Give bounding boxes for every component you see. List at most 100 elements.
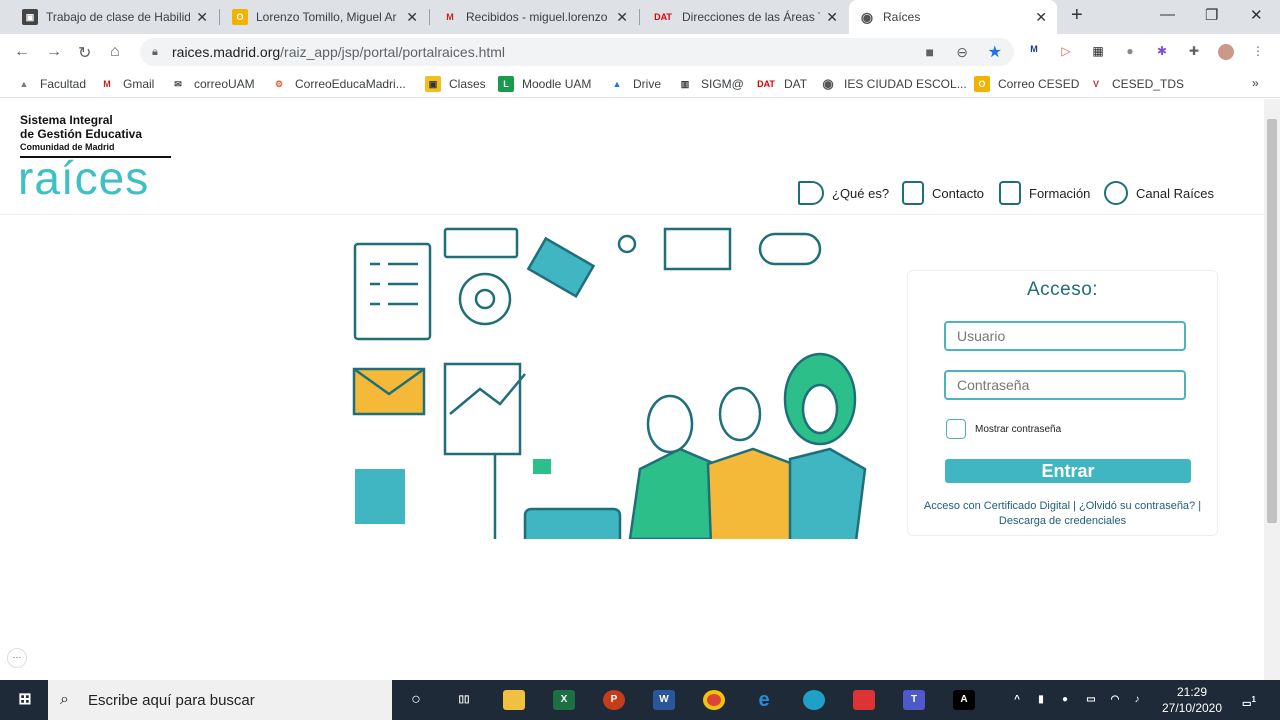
site-header: Sistema Integral de Gestión Educativa Co… <box>0 99 1264 215</box>
nav-formacion[interactable]: Formación <box>999 181 1090 205</box>
close-icon[interactable]: ✕ <box>1035 9 1047 26</box>
puzzle-icon[interactable]: ✚ <box>1186 44 1202 60</box>
network-icon <box>1104 181 1128 205</box>
bookmarks-bar: ▲ Facultad M Gmail ✉ correoUAM ⚙ CorreoEduca… <box>0 70 1280 98</box>
cortana-icon[interactable]: ○ <box>405 690 427 710</box>
search-icon: ⌕ <box>60 691 69 708</box>
tab-title: Trabajo de clase de Habilid <box>46 10 191 24</box>
clock[interactable]: 21:29 27/10/2020 <box>1152 684 1232 716</box>
outlook-icon: O <box>232 9 248 25</box>
bookmark-drive[interactable]: ▲ Drive <box>609 76 661 92</box>
tray-chevron-icon[interactable]: ^ <box>1010 690 1024 710</box>
acrobat-icon[interactable]: A <box>953 690 975 710</box>
home-icon[interactable]: ⌂ <box>110 43 120 61</box>
notification-icon[interactable]: ▭1 <box>1238 690 1260 710</box>
play-ext-icon[interactable]: ▷ <box>1058 44 1074 60</box>
internet-explorer-icon[interactable]: e <box>753 690 775 710</box>
browser-toolbar: ← → ↻ ⌂ 🔒︎ raices.madrid.org/raiz_app/js… <box>0 34 1280 70</box>
task-view-icon[interactable]: ▯▯ <box>453 690 475 710</box>
login-links: Acceso con Certificado Digital | ¿Olvidó… <box>923 500 1202 527</box>
camera-icon[interactable]: ■ <box>926 44 934 60</box>
close-icon[interactable]: ✕ <box>616 9 628 26</box>
bookmarks-more[interactable]: » <box>1252 76 1259 90</box>
bookmark-gmail[interactable]: M Gmail <box>99 76 154 92</box>
volume-icon[interactable]: ♪ <box>1128 690 1146 710</box>
windows-start-icon[interactable]: ⊞ <box>14 690 36 710</box>
bookmark-clases[interactable]: ▣ Clases <box>425 76 486 92</box>
tab-classroom[interactable]: ▣ Trabajo de clase de Habilid ✕ <box>12 0 218 34</box>
address-bar[interactable]: 🔒︎ raices.madrid.org/raiz_app/jsp/portal… <box>140 38 1014 66</box>
back-icon[interactable]: ← <box>14 43 30 61</box>
tab-outlook[interactable]: O Lorenzo Tomillo, Miguel Ar ✕ <box>222 0 428 34</box>
edge-icon[interactable] <box>803 690 825 710</box>
ext-icon[interactable]: ● <box>1122 44 1138 60</box>
usb-icon[interactable]: ▮ <box>1034 690 1048 710</box>
chrome-icon[interactable] <box>703 690 725 710</box>
gmail-icon: M <box>446 12 454 22</box>
url-path: /raiz_app/jsp/portal/portalraices.html <box>280 44 506 60</box>
more-options-icon[interactable]: ··· <box>7 648 27 668</box>
bookmark-facultad[interactable]: ▲ Facultad <box>16 76 87 92</box>
download-credentials-link[interactable]: Descarga de credenciales <box>999 515 1126 527</box>
bookmark-cesed-tds[interactable]: V CESED_TDS <box>1088 76 1184 92</box>
certificate-login-link[interactable]: Acceso con Certificado Digital <box>924 500 1070 512</box>
taskbar-search[interactable]: ⌕ Escribe aquí para buscar <box>48 680 392 720</box>
menu-icon[interactable]: ⋮ <box>1250 44 1266 60</box>
login-button[interactable]: Entrar <box>945 459 1191 483</box>
tab-gmail[interactable]: M Recibidos - miguel.lorenzo ✕ <box>432 0 638 34</box>
restore-button[interactable]: ❐ <box>1205 6 1218 24</box>
nav-que-es[interactable]: ¿Qué es? <box>798 181 889 205</box>
movistar-ext-icon[interactable]: M <box>1026 44 1042 60</box>
reload-icon[interactable]: ↻ <box>78 43 91 63</box>
bookmark-correo-cesed[interactable]: O Correo CESED <box>974 76 1079 92</box>
avatar[interactable] <box>1218 44 1234 60</box>
login-card: Acceso: Usuario Contraseña Mostrar contr… <box>907 270 1218 536</box>
logo-line2: de Gestión Educativa <box>20 127 143 141</box>
bookmark-dat[interactable]: DAT DAT <box>756 76 807 92</box>
forgot-password-link[interactable]: ¿Olvidó su contraseña? <box>1079 500 1195 512</box>
password-input[interactable]: Contraseña <box>944 370 1186 400</box>
battery-icon[interactable]: ▭ <box>1082 690 1100 710</box>
mic-icon[interactable]: ● <box>1058 690 1072 710</box>
hero-illustration <box>352 227 867 539</box>
close-window-button[interactable]: ✕ <box>1250 6 1263 24</box>
forward-icon[interactable]: → <box>46 43 62 61</box>
minimize-button[interactable]: — <box>1160 6 1175 23</box>
page-content: Sistema Integral de Gestión Educativa Co… <box>0 99 1264 680</box>
bookmark-correouam[interactable]: ✉ correoUAM <box>170 76 254 92</box>
logo-line1: Sistema Integral <box>20 113 113 127</box>
bookmark-ies[interactable]: ◉ IES CIUDAD ESCOL... <box>820 76 966 92</box>
megaphone-icon <box>798 181 824 205</box>
bookmark-star-icon[interactable]: ★ <box>988 42 1002 62</box>
colorful-ext-icon[interactable]: ✱ <box>1154 44 1170 60</box>
windows-taskbar: ⊞ ⌕ Escribe aquí para buscar ○ ▯▯ X P W e… <box>0 680 1280 720</box>
teams-icon[interactable]: T <box>903 690 925 710</box>
tab-dat[interactable]: DAT Direcciones de las Áreas Te ✕ <box>642 0 848 34</box>
book-icon <box>999 181 1021 205</box>
nav-canal-raices[interactable]: Canal Raíces <box>1104 181 1214 205</box>
bookmark-correoeduca[interactable]: ⚙ CorreoEducaMadri... <box>271 76 406 92</box>
wifi-icon[interactable]: ◠ <box>1106 690 1124 710</box>
excel-icon[interactable]: X <box>553 690 575 710</box>
file-explorer-icon[interactable] <box>503 690 525 710</box>
word-icon[interactable]: W <box>653 690 675 710</box>
tab-title: Direcciones de las Áreas Te <box>682 10 821 24</box>
nav-contacto[interactable]: Contacto <box>902 181 984 205</box>
tab-raices[interactable]: ◉ Raíces ✕ <box>849 0 1057 34</box>
zoom-icon[interactable]: ⊖ <box>956 44 968 61</box>
show-password-label[interactable]: Mostrar contraseña <box>975 424 1061 435</box>
bookmark-sigma[interactable]: ▥ SIGM@ <box>677 76 744 92</box>
show-password-checkbox[interactable] <box>946 419 966 439</box>
red-app-icon[interactable] <box>853 690 875 710</box>
tab-strip: ▣ Trabajo de clase de Habilid ✕ O Lorenzo T… <box>0 0 1280 34</box>
scrollbar[interactable] <box>1264 99 1280 680</box>
username-input[interactable]: Usuario <box>944 321 1186 351</box>
close-icon[interactable]: ✕ <box>196 9 208 26</box>
bookmark-moodle[interactable]: L Moodle UAM <box>498 76 591 92</box>
close-icon[interactable]: ✕ <box>406 9 418 26</box>
raices-logo[interactable]: raíces <box>18 151 149 205</box>
grid-ext-icon[interactable]: ▦ <box>1090 44 1106 60</box>
powerpoint-icon[interactable]: P <box>603 690 625 710</box>
close-icon[interactable]: ✕ <box>826 9 838 26</box>
new-tab-button[interactable]: + <box>1071 4 1083 27</box>
